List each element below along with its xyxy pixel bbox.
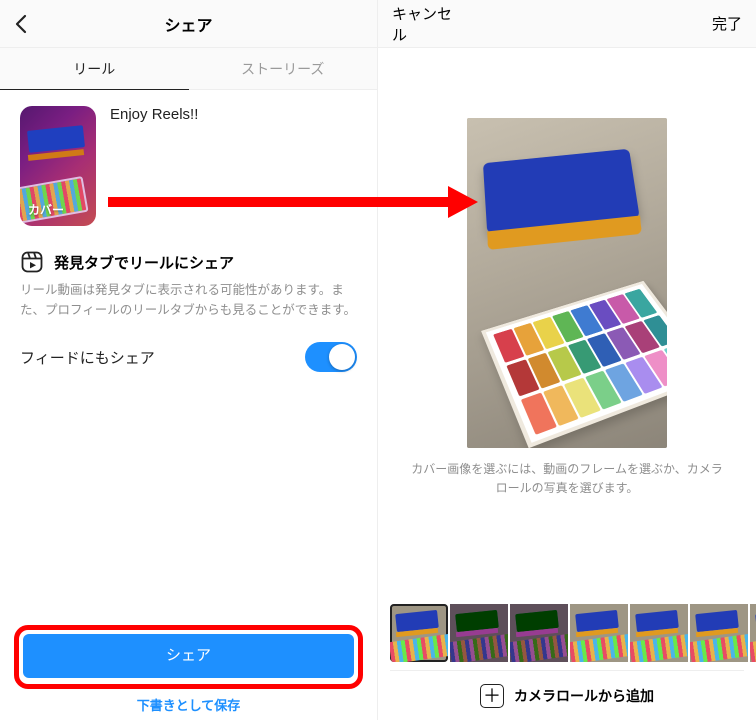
- frame-thumb[interactable]: [450, 604, 508, 662]
- done-button[interactable]: 完了: [672, 13, 742, 34]
- highlight-annotation: シェア: [14, 625, 363, 689]
- cover-preview[interactable]: [467, 118, 667, 448]
- feed-toggle-label: フィードにもシェア: [20, 347, 155, 368]
- share-tabs: リール ストーリーズ: [0, 48, 377, 90]
- cancel-button[interactable]: キャンセル: [392, 3, 462, 45]
- frame-thumb[interactable]: [390, 604, 448, 662]
- tab-stories[interactable]: ストーリーズ: [189, 48, 378, 90]
- frame-strip: [378, 598, 756, 664]
- cover-label: カバー: [28, 201, 64, 218]
- plus-icon: ＋: [480, 684, 504, 708]
- feed-toggle[interactable]: [305, 342, 357, 372]
- frame-thumb[interactable]: [510, 604, 568, 662]
- feed-share-row: フィードにもシェア: [20, 342, 357, 372]
- save-draft-link[interactable]: 下書きとして保存: [14, 695, 363, 714]
- share-button[interactable]: シェア: [23, 634, 354, 678]
- discover-share-row: 発見タブでリールにシェア: [20, 250, 357, 274]
- back-button[interactable]: [14, 14, 84, 34]
- caption-input[interactable]: Enjoy Reels!!: [110, 106, 198, 226]
- discover-title: 発見タブでリールにシェア: [54, 252, 234, 273]
- chevron-left-icon: [14, 14, 28, 34]
- frame-thumb[interactable]: [750, 604, 756, 662]
- share-header: シェア: [0, 0, 377, 48]
- frame-thumb[interactable]: [690, 604, 748, 662]
- cover-hint-text: カバー画像を選ぶには、動画のフレームを選ぶか、カメラロールの写真を選びます。: [378, 448, 756, 498]
- tab-reels[interactable]: リール: [0, 48, 189, 90]
- frame-thumb[interactable]: [570, 604, 628, 662]
- frame-thumb[interactable]: [630, 604, 688, 662]
- cover-thumbnail[interactable]: カバー: [20, 106, 96, 226]
- reels-icon: [20, 250, 44, 274]
- page-title: シェア: [84, 12, 293, 36]
- add-from-roll-label: カメラロールから追加: [514, 686, 654, 706]
- compose-row: カバー Enjoy Reels!!: [0, 90, 377, 234]
- discover-help-text: リール動画は発見タブに表示される可能性があります。また、プロフィールのリールタブ…: [20, 280, 357, 320]
- cover-picker-header: キャンセル 完了: [378, 0, 756, 48]
- add-from-roll-button[interactable]: ＋ カメラロールから追加: [390, 670, 744, 720]
